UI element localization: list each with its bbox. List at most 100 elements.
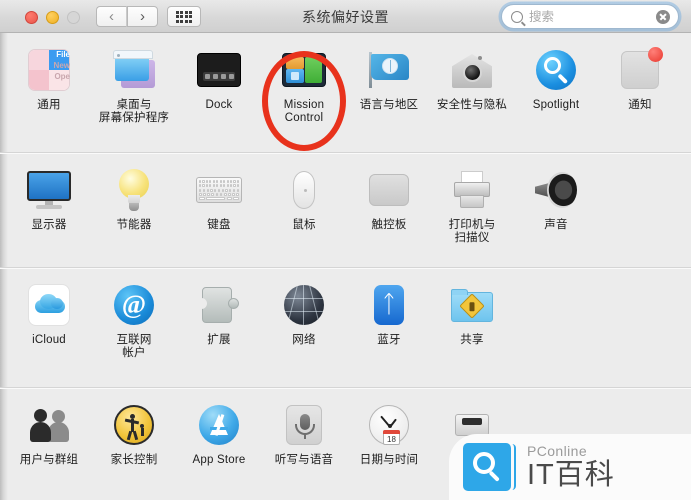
pref-label: 触控板 [371, 219, 407, 231]
pref-label: 打印机与 扫描仪 [448, 219, 496, 244]
sound-icon [533, 167, 579, 213]
security-privacy-icon [449, 47, 495, 93]
extensions-icon [196, 282, 242, 328]
pref-pane-trackpad[interactable]: 触控板 [347, 153, 431, 267]
watermark-brand: PConline [527, 443, 588, 459]
pref-label: 显示器 [31, 219, 67, 231]
date-time-icon: 18 [366, 402, 412, 448]
pref-label: 安全性与隐私 [436, 99, 508, 111]
app-store-icon [196, 402, 242, 448]
general-icon: File New Ope [26, 47, 72, 93]
pref-label: 鼠标 [292, 219, 316, 231]
window-titlebar: ‹ › 系统偏好设置 [0, 0, 691, 33]
displays-icon [26, 167, 72, 213]
forward-button[interactable]: › [127, 6, 158, 27]
bluetooth-icon: ᛏ [366, 282, 412, 328]
general-icon-new-text: New [53, 61, 70, 70]
pref-pane-spotlight[interactable]: Spotlight [514, 33, 598, 152]
system-preferences-window: ‹ › 系统偏好设置 File New Ope 通用 [0, 0, 691, 500]
mission-control-icon [281, 47, 327, 93]
watermark-overlay: PConline IT百科 [449, 434, 691, 500]
internet-accounts-icon: @ [111, 282, 157, 328]
clear-search-icon[interactable] [656, 9, 670, 24]
minimize-window-button[interactable] [46, 11, 59, 24]
pref-label: 互联网 帐户 [116, 334, 152, 359]
pref-label: 语言与地区 [359, 99, 419, 111]
pref-label: 声音 [544, 219, 568, 231]
pref-pane-sound[interactable]: 声音 [514, 153, 598, 267]
pref-pane-language-region[interactable]: 语言与地区 [347, 33, 431, 152]
pref-label: Spotlight [532, 99, 580, 111]
pref-label: 网络 [292, 334, 316, 346]
sharing-icon [449, 282, 495, 328]
preferences-row-personal: File New Ope 通用 桌面与 屏幕保护程序 Dock Mission … [0, 33, 691, 153]
pref-label: Dock [205, 99, 233, 111]
general-icon-open-text: Ope [54, 72, 70, 81]
grid-icon [175, 10, 193, 23]
pref-pane-energy-saver[interactable]: 节能器 [92, 153, 176, 267]
pref-label: App Store [192, 454, 246, 466]
pref-pane-mission-control[interactable]: Mission Control [262, 33, 346, 152]
notifications-icon [617, 47, 663, 93]
pref-pane-sharing[interactable]: 共享 [430, 268, 514, 387]
pref-label: 共享 [460, 334, 484, 346]
pref-label: 用户与群组 [19, 454, 79, 466]
pref-label: 日期与时间 [359, 454, 419, 466]
show-all-grid-button[interactable] [167, 6, 201, 27]
pref-pane-mouse[interactable]: 鼠标 [262, 153, 346, 267]
pref-pane-notifications[interactable]: 通知 [598, 33, 682, 152]
pref-label: 桌面与 屏幕保护程序 [98, 99, 170, 124]
pref-label: 扩展 [207, 334, 231, 346]
mouse-icon [281, 167, 327, 213]
spotlight-icon [533, 47, 579, 93]
desktop-screensaver-icon [111, 47, 157, 93]
maximize-window-button[interactable] [67, 11, 80, 24]
dock-icon [196, 47, 242, 93]
dictation-speech-icon [281, 402, 327, 448]
icloud-icon [26, 282, 72, 328]
pref-pane-desktop-screensaver[interactable]: 桌面与 屏幕保护程序 [92, 33, 176, 152]
close-window-button[interactable] [25, 11, 38, 24]
users-groups-icon [26, 402, 72, 448]
watermark-name: IT百科 [527, 459, 615, 491]
pref-label: 家长控制 [110, 454, 158, 466]
preferences-grid: File New Ope 通用 桌面与 屏幕保护程序 Dock Mission … [0, 33, 691, 500]
language-region-icon [366, 47, 412, 93]
pref-pane-printers-scanners[interactable]: 打印机与 扫描仪 [430, 153, 514, 267]
pref-pane-internet-accounts[interactable]: @ 互联网 帐户 [92, 268, 176, 387]
pref-pane-app-store[interactable]: App Store [177, 388, 261, 500]
pref-pane-parental-controls[interactable]: 家长控制 [92, 388, 176, 500]
pref-pane-date-time[interactable]: 18 日期与时间 [347, 388, 431, 500]
pref-label: 蓝牙 [377, 334, 401, 346]
preferences-row-hardware: 显示器 节能器 键盘 鼠标 触控板 打印机与 扫描仪 声音 [0, 153, 691, 268]
parental-controls-icon [111, 402, 157, 448]
back-button[interactable]: ‹ [96, 6, 127, 27]
pref-pane-keyboard[interactable]: 键盘 [177, 153, 261, 267]
pref-pane-bluetooth[interactable]: ᛏ 蓝牙 [347, 268, 431, 387]
pref-pane-extensions[interactable]: 扩展 [177, 268, 261, 387]
network-icon [281, 282, 327, 328]
search-icon [511, 10, 523, 23]
trackpad-icon [366, 167, 412, 213]
pref-label: 节能器 [116, 219, 152, 231]
pref-pane-security-privacy[interactable]: 安全性与隐私 [430, 33, 514, 152]
pref-label: 听写与语音 [274, 454, 334, 466]
pref-pane-icloud[interactable]: iCloud [7, 268, 91, 387]
preferences-row-internet: iCloud @ 互联网 帐户 扩展 网络 ᛏ 蓝牙 共享 [0, 268, 691, 388]
pref-pane-dictation-speech[interactable]: 听写与语音 [262, 388, 346, 500]
pref-pane-users-groups[interactable]: 用户与群组 [7, 388, 91, 500]
search-field[interactable] [501, 4, 679, 29]
keyboard-icon [196, 167, 242, 213]
pref-pane-displays[interactable]: 显示器 [7, 153, 91, 267]
itbaike-logo-icon [463, 443, 516, 491]
pref-label: iCloud [32, 334, 66, 346]
search-input[interactable] [529, 9, 656, 24]
pref-label: 键盘 [207, 219, 231, 231]
printers-scanners-icon [449, 167, 495, 213]
pref-label: 通用 [37, 99, 61, 111]
pref-pane-general[interactable]: File New Ope 通用 [7, 33, 91, 152]
pref-label: Mission Control [283, 99, 325, 124]
pref-pane-network[interactable]: 网络 [262, 268, 346, 387]
general-icon-file-text: File [56, 50, 70, 59]
pref-pane-dock[interactable]: Dock [177, 33, 261, 152]
